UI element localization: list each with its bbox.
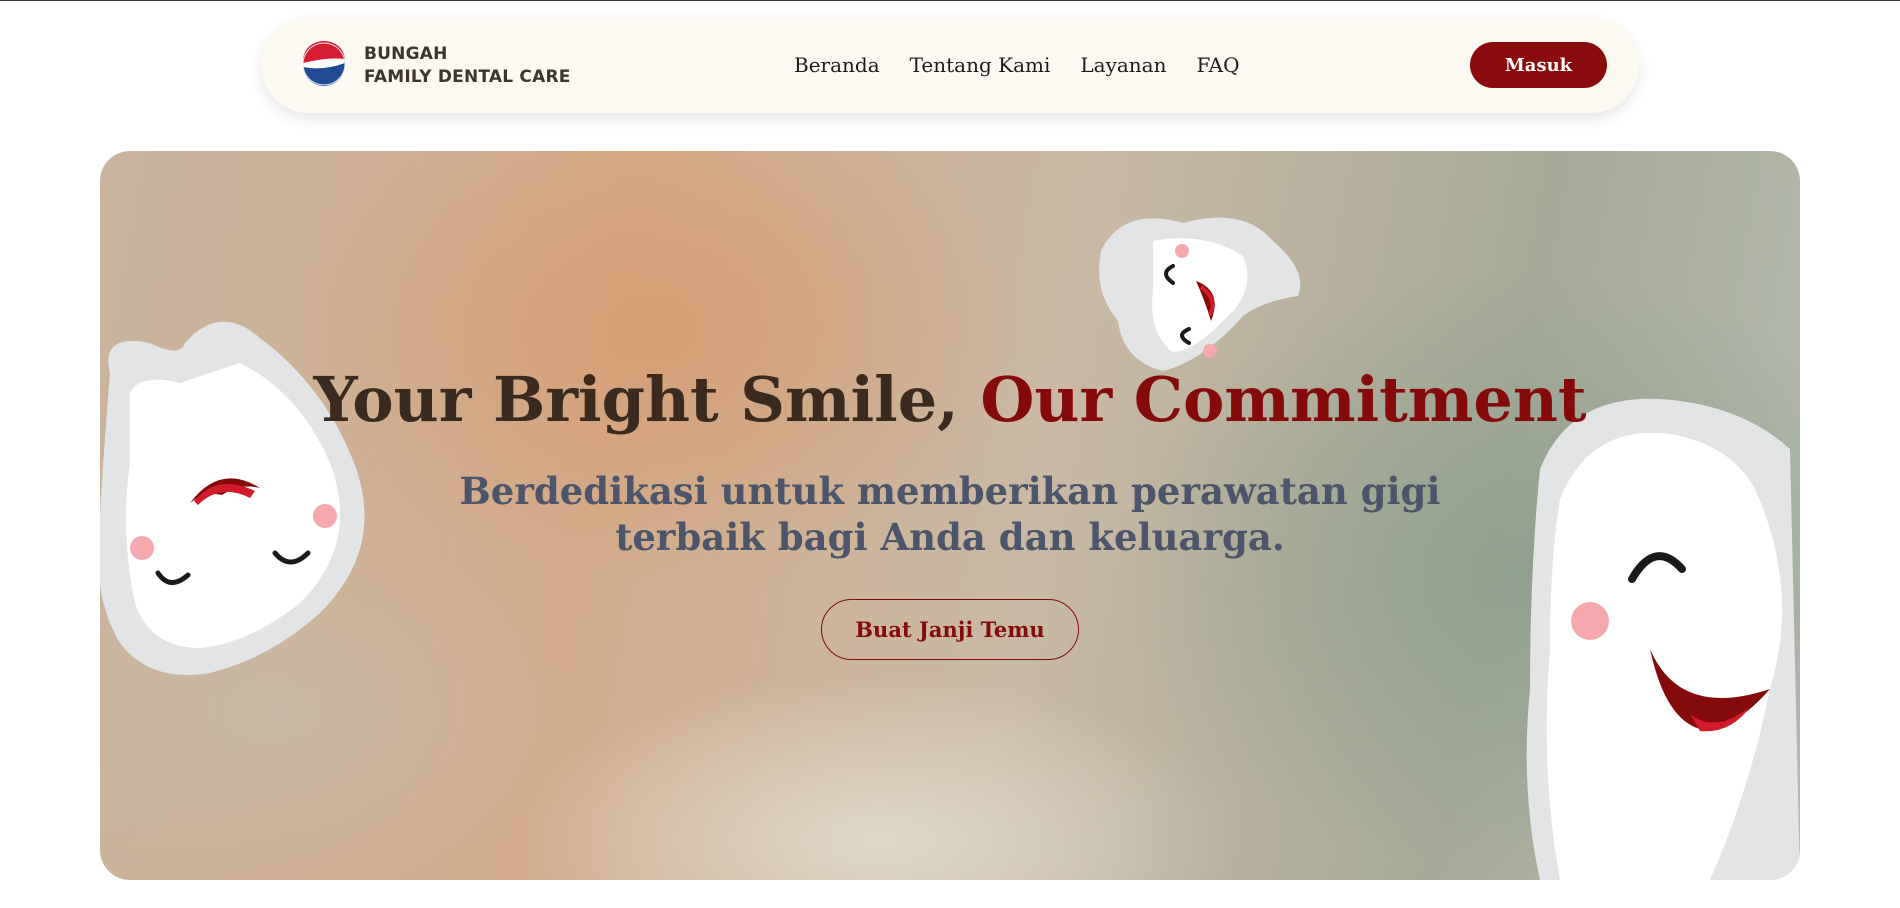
hero-banner: Your Bright Smile, Our Commitment Berded… (100, 151, 1800, 880)
top-divider (0, 0, 1900, 1)
nav-link-tentang-kami[interactable]: Tentang Kami (910, 53, 1051, 77)
hero-subtitle-line2: terbaik bagi Anda dan keluarga. (615, 515, 1285, 559)
brand-name-line2: FAMILY DENTAL CARE (364, 67, 571, 87)
brand-name-line1: BUNGAH (364, 44, 448, 64)
hero-headline: Your Bright Smile, Our Commitment (100, 363, 1800, 436)
hero-headline-main: Your Bright Smile, (313, 363, 981, 436)
hero-headline-accent: Our Commitment (980, 363, 1587, 436)
navbar: BUNGAH FAMILY DENTAL CARE Beranda Tentan… (261, 17, 1639, 113)
nav-links: Beranda Tentang Kami Layanan FAQ (794, 17, 1269, 113)
nav-link-faq[interactable]: FAQ (1196, 53, 1239, 77)
nav-link-beranda[interactable]: Beranda (794, 53, 880, 77)
brand-name[interactable]: BUNGAH FAMILY DENTAL CARE (364, 43, 571, 89)
hero-subtitle-line1: Berdedikasi untuk memberikan perawatan g… (459, 469, 1441, 513)
hero-subtitle: Berdedikasi untuk memberikan perawatan g… (450, 468, 1450, 560)
brand-logo-icon[interactable] (301, 41, 347, 87)
login-button[interactable]: Masuk (1470, 42, 1607, 88)
smiling-tooth-right-icon (1526, 398, 1800, 880)
book-appointment-button[interactable]: Buat Janji Temu (821, 599, 1079, 660)
nav-link-layanan[interactable]: Layanan (1080, 53, 1166, 77)
smiling-tooth-top-icon (1099, 217, 1301, 371)
